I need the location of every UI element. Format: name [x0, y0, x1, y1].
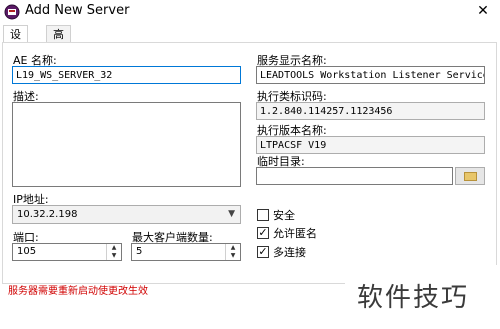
tab-advanced[interactable]: 高级 — [46, 25, 71, 58]
restart-warning-message: 服务器需要重新启动使更改生效 — [8, 286, 148, 297]
add-new-server-dialog: Add New Server ✕ 设置 高级 AE 名称: L19_WS_SER… — [0, 0, 500, 329]
description-textarea[interactable] — [12, 102, 241, 187]
temp-dir-input[interactable] — [256, 167, 453, 185]
checkbox-box — [257, 209, 269, 221]
spin-up-icon[interactable]: ▲ — [226, 244, 240, 252]
port-value: 105 — [17, 246, 37, 257]
ip-address-value: 10.32.2.198 — [17, 209, 78, 220]
secure-checkbox[interactable]: 安全 — [257, 207, 295, 223]
browse-folder-button[interactable] — [455, 167, 485, 185]
multi-connection-label: 多连接 — [273, 246, 306, 259]
max-clients-value: 5 — [136, 246, 143, 257]
class-uid-input[interactable]: 1.2.840.114257.1123456 — [256, 102, 485, 120]
check-icon: ✓ — [257, 226, 269, 239]
multi-connection-checkbox[interactable]: ✓ 多连接 — [257, 244, 306, 260]
spin-down-icon[interactable]: ▼ — [107, 252, 121, 260]
version-name-input[interactable]: LTPACSF V19 — [256, 136, 485, 154]
check-icon: ✓ — [257, 245, 269, 258]
title-bar: Add New Server ✕ — [0, 0, 500, 24]
ae-name-input[interactable]: L19_WS_SERVER_32 — [12, 66, 241, 84]
spin-down-icon[interactable]: ▼ — [226, 252, 240, 260]
watermark-text: 软件技巧 — [357, 283, 470, 313]
window-title: Add New Server — [25, 3, 130, 18]
ip-address-select[interactable]: 10.32.2.198 ▼ — [12, 205, 241, 224]
chevron-down-icon: ▼ — [228, 209, 235, 219]
max-clients-spin-buttons: ▲ ▼ — [225, 244, 240, 260]
port-stepper[interactable]: 105 ▲ ▼ — [12, 243, 122, 261]
allow-anonymous-label: 允许匿名 — [273, 227, 317, 240]
close-icon[interactable]: ✕ — [470, 1, 496, 21]
max-clients-stepper[interactable]: 5 ▲ ▼ — [131, 243, 241, 261]
app-icon — [4, 4, 20, 20]
folder-icon — [464, 172, 477, 181]
secure-label: 安全 — [273, 209, 295, 222]
display-name-input[interactable]: LEADTOOLS Workstation Listener Service — [256, 66, 485, 84]
spin-up-icon[interactable]: ▲ — [107, 244, 121, 252]
port-spin-buttons: ▲ ▼ — [106, 244, 121, 260]
allow-anonymous-checkbox[interactable]: ✓ 允许匿名 — [257, 225, 317, 241]
